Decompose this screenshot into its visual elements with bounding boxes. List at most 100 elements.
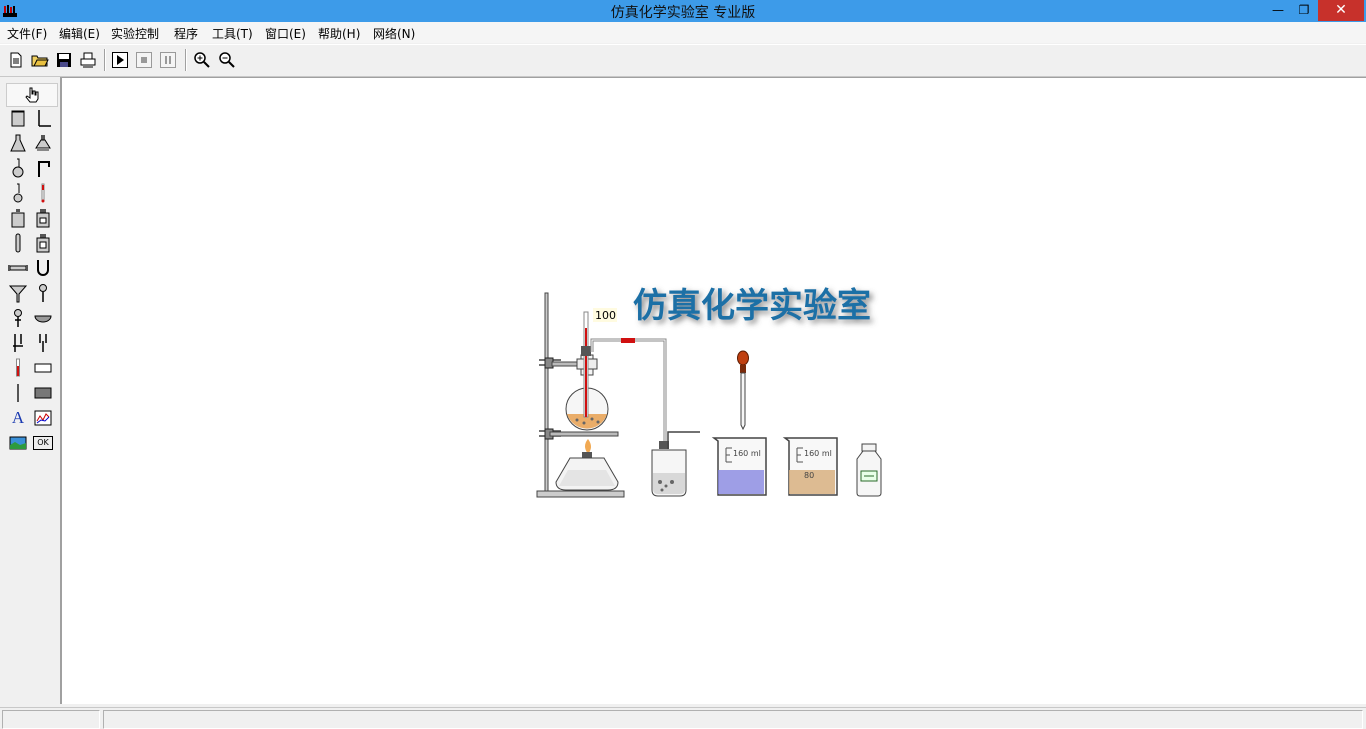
print-button[interactable] xyxy=(77,49,99,71)
thermometer-tool[interactable] xyxy=(32,182,54,204)
wide-bottle-icon xyxy=(36,209,50,228)
tool-palette: A OK xyxy=(0,77,61,704)
beaker-1[interactable] xyxy=(711,437,767,496)
menu-tools[interactable]: 工具(T) xyxy=(212,25,253,42)
bent-tube-tool[interactable] xyxy=(32,157,54,179)
delivery-tube-inner xyxy=(591,339,666,442)
menu-program[interactable]: 程序 xyxy=(174,25,198,42)
menu-experiment-control[interactable]: 实验控制 xyxy=(111,25,159,42)
title-bar: 仿真化学实验室 专业版 — ❐ ✕ xyxy=(0,0,1366,22)
test-tube-tool[interactable] xyxy=(7,232,29,254)
dropper[interactable] xyxy=(737,350,749,431)
iron-stand-tool[interactable] xyxy=(32,107,54,129)
beaker-2-mark: 80 xyxy=(804,471,814,480)
drying-tube-tool[interactable] xyxy=(7,257,29,279)
hand-pointer-icon xyxy=(25,87,39,103)
wide-bottle-tool[interactable] xyxy=(32,207,54,229)
thermometer-reading: 100 xyxy=(595,309,616,322)
ok-button-icon: OK xyxy=(33,436,53,450)
alcohol-lamp[interactable] xyxy=(555,439,619,491)
run-button[interactable] xyxy=(109,49,131,71)
filled-rectangle-tool[interactable] xyxy=(32,382,54,404)
zoom-out-icon xyxy=(219,52,235,68)
toolbar xyxy=(0,44,1366,77)
new-file-button[interactable] xyxy=(5,49,27,71)
menu-network[interactable]: 网络(N) xyxy=(373,25,415,42)
print-icon xyxy=(80,52,96,68)
red-thermometer-icon xyxy=(16,358,20,377)
dropping-funnel-tool[interactable] xyxy=(7,307,29,329)
dropper-tool[interactable] xyxy=(32,282,54,304)
menu-edit[interactable]: 编辑(E) xyxy=(59,25,100,42)
zoom-in-button[interactable] xyxy=(191,49,213,71)
gas-bottle-icon xyxy=(36,234,50,253)
dropper-icon xyxy=(39,284,47,302)
bent-tube-icon xyxy=(38,161,50,177)
menu-window[interactable]: 窗口(E) xyxy=(265,25,306,42)
u-tube-icon xyxy=(37,260,49,276)
electrode-pair-tool[interactable] xyxy=(32,332,54,354)
filled-rectangle-icon xyxy=(34,387,52,399)
pointer-tool-button[interactable] xyxy=(6,83,58,107)
menu-file[interactable]: 文件(F) xyxy=(7,25,47,42)
toolbar-separator xyxy=(185,49,187,71)
beaker-tool[interactable] xyxy=(7,107,29,129)
beaker-icon xyxy=(11,110,25,127)
conical-flask-tool[interactable] xyxy=(7,132,29,154)
text-tool[interactable]: A xyxy=(7,407,29,429)
gas-bottle-tool[interactable] xyxy=(32,232,54,254)
stop-button[interactable] xyxy=(133,49,155,71)
save-button[interactable] xyxy=(53,49,75,71)
logo-title: 仿真化学实验室 xyxy=(633,286,871,326)
clamp-arm xyxy=(551,361,579,367)
menu-help[interactable]: 帮助(H) xyxy=(318,25,360,42)
minimize-button[interactable]: — xyxy=(1265,0,1291,21)
flat-flask-tool[interactable] xyxy=(7,182,29,204)
red-thermometer-tool[interactable] xyxy=(7,357,29,379)
drying-tube-icon xyxy=(8,265,28,271)
open-button[interactable] xyxy=(29,49,51,71)
electrode-icon xyxy=(13,334,23,352)
save-icon xyxy=(57,53,71,67)
close-button[interactable]: ✕ xyxy=(1318,0,1364,21)
delivery-tube xyxy=(590,338,667,442)
image-icon xyxy=(9,436,27,450)
pause-icon xyxy=(160,52,176,68)
restore-button[interactable]: ❐ xyxy=(1291,0,1317,21)
window-title: 仿真化学实验室 专业版 xyxy=(610,5,756,21)
glass-rod-tool[interactable] xyxy=(7,382,29,404)
rectangle-tool[interactable] xyxy=(32,357,54,379)
stop-icon xyxy=(136,52,152,68)
reagent-bottle-tool[interactable] xyxy=(7,207,29,229)
image-tool[interactable] xyxy=(7,432,29,454)
round-flask-icon xyxy=(12,158,24,178)
ok-button-tool[interactable]: OK xyxy=(32,432,54,454)
test-tube-icon xyxy=(15,233,21,253)
funnel-tool[interactable] xyxy=(7,282,29,304)
status-bar xyxy=(0,707,1366,729)
rectangle-icon xyxy=(34,363,52,373)
round-flask-tool[interactable] xyxy=(7,157,29,179)
experiment-scene: 仿真化学实验室 100 160 ml 160 ml 80 xyxy=(536,286,882,498)
funnel-icon xyxy=(8,285,28,303)
experiment-canvas[interactable]: 仿真化学实验室 100 160 ml 160 ml 80 xyxy=(61,77,1366,704)
electrode-tool[interactable] xyxy=(7,332,29,354)
dropping-funnel-icon xyxy=(14,309,22,327)
pause-button[interactable] xyxy=(157,49,179,71)
separatory-funnel-tool[interactable] xyxy=(32,132,54,154)
text-icon: A xyxy=(11,408,25,427)
status-pane-2 xyxy=(103,710,1363,729)
wire-gauze xyxy=(549,431,619,437)
evaporating-dish-icon xyxy=(34,315,52,323)
u-tube-tool[interactable] xyxy=(32,257,54,279)
gas-washing-bottle[interactable] xyxy=(651,431,700,497)
zoom-out-button[interactable] xyxy=(216,49,238,71)
reagent-bottle[interactable] xyxy=(856,443,882,497)
beaker-2[interactable] xyxy=(782,437,838,496)
chart-tool[interactable] xyxy=(32,407,54,429)
conical-flask-icon xyxy=(10,134,26,152)
evaporating-dish-tool[interactable] xyxy=(32,307,54,329)
iron-stand-icon xyxy=(38,110,51,127)
new-file-icon xyxy=(10,52,22,68)
beaker-2-label: 160 ml xyxy=(804,449,832,458)
